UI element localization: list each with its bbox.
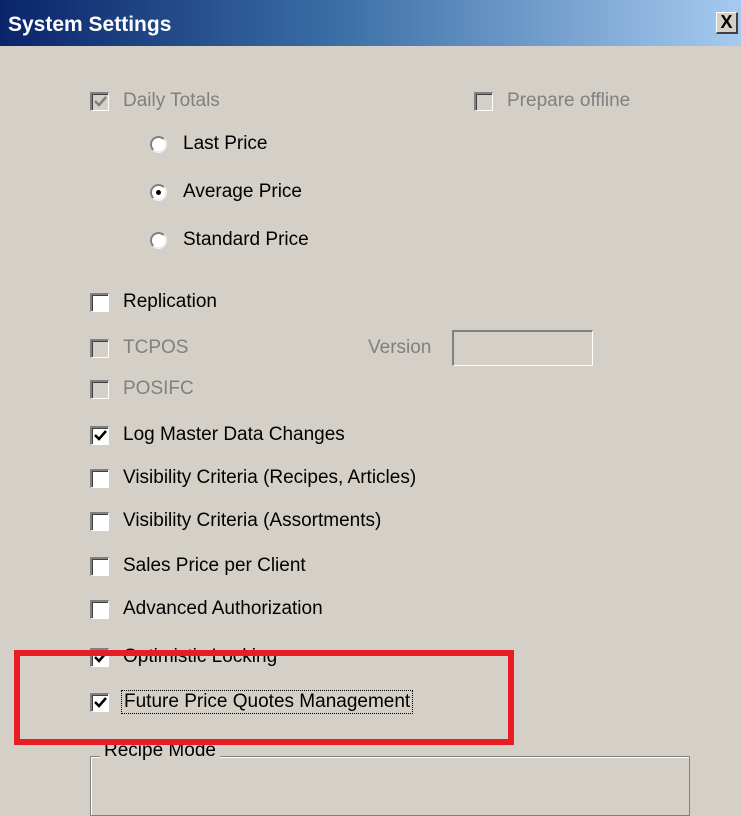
visibility-recipes-row[interactable]: Visibility Criteria (Recipes, Articles) <box>90 463 416 493</box>
posifc-checkbox[interactable] <box>90 379 109 399</box>
radio-dot-icon <box>156 189 161 195</box>
title-bar: System Settings X <box>0 0 741 46</box>
visibility-assortments-checkbox[interactable] <box>90 511 109 531</box>
radio-average-price[interactable]: Average Price <box>150 177 302 207</box>
posifc-label: POSIFC <box>123 378 194 399</box>
radio-button[interactable] <box>150 183 167 201</box>
prepare-offline-checkbox-row[interactable]: Prepare offline <box>474 86 630 116</box>
daily-totals-checkbox[interactable] <box>90 91 109 111</box>
advanced-authorization-label: Advanced Authorization <box>123 598 323 619</box>
close-button[interactable]: X <box>716 12 738 34</box>
tcpos-label: TCPOS <box>123 337 189 358</box>
prepare-offline-label: Prepare offline <box>507 90 631 111</box>
sales-price-row[interactable]: Sales Price per Client <box>90 551 306 581</box>
log-master-data-row[interactable]: Log Master Data Changes <box>90 420 345 450</box>
visibility-assortments-label: Visibility Criteria (Assortments) <box>123 510 382 531</box>
visibility-assortments-row[interactable]: Visibility Criteria (Assortments) <box>90 506 381 536</box>
window-title: System Settings <box>8 13 172 36</box>
posifc-row[interactable]: POSIFC <box>90 374 194 404</box>
version-input[interactable] <box>452 330 593 366</box>
sales-price-label: Sales Price per Client <box>123 555 306 576</box>
sales-price-checkbox[interactable] <box>90 556 109 576</box>
visibility-recipes-label: Visibility Criteria (Recipes, Articles) <box>123 467 417 488</box>
replication-label: Replication <box>123 291 217 312</box>
log-master-data-label: Log Master Data Changes <box>123 424 345 445</box>
daily-totals-label: Daily Totals <box>123 90 220 111</box>
radio-button[interactable] <box>150 231 167 249</box>
prepare-offline-checkbox[interactable] <box>474 91 493 111</box>
daily-totals-checkbox-row[interactable]: Daily Totals <box>90 86 220 116</box>
close-icon: X <box>720 12 733 32</box>
visibility-recipes-checkbox[interactable] <box>90 468 109 488</box>
checkmark-icon <box>94 95 107 107</box>
advanced-authorization-checkbox[interactable] <box>90 599 109 619</box>
checkmark-icon <box>94 429 107 441</box>
version-row: Version <box>368 333 431 363</box>
version-label: Version <box>368 337 432 358</box>
radio-standard-price[interactable]: Standard Price <box>150 225 309 255</box>
recipe-mode-groupbox <box>90 756 690 816</box>
radio-label: Standard Price <box>183 229 309 250</box>
highlight-annotation <box>14 650 514 745</box>
radio-button[interactable] <box>150 135 167 153</box>
radio-label: Average Price <box>183 181 302 202</box>
advanced-authorization-row[interactable]: Advanced Authorization <box>90 594 323 624</box>
tcpos-row[interactable]: TCPOS <box>90 333 188 363</box>
replication-checkbox[interactable] <box>90 292 109 312</box>
radio-label: Last Price <box>183 133 268 154</box>
replication-row[interactable]: Replication <box>90 287 217 317</box>
radio-last-price[interactable]: Last Price <box>150 129 267 159</box>
tcpos-checkbox[interactable] <box>90 338 109 358</box>
log-master-data-checkbox[interactable] <box>90 425 109 445</box>
